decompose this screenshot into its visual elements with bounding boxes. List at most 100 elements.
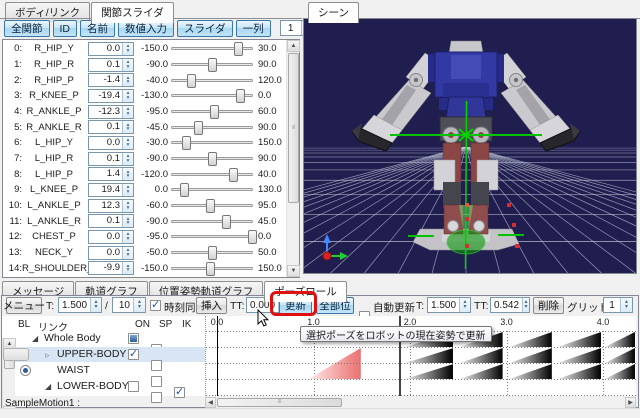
- frames-spinner[interactable]: 10 ▴▾: [112, 297, 146, 313]
- joint-slider[interactable]: [171, 94, 253, 97]
- pose-keyframe[interactable]: [605, 348, 635, 363]
- joint-slider-handle[interactable]: [194, 121, 203, 135]
- scene-viewport[interactable]: [303, 18, 637, 274]
- joint-value-input[interactable]: -9.9 ▴▾: [88, 261, 134, 275]
- joint-value-input[interactable]: 0.0 ▴▾: [88, 230, 134, 244]
- joint-value-input[interactable]: -12.3 ▴▾: [88, 105, 134, 119]
- joint-slider-handle[interactable]: [208, 152, 217, 166]
- spinner-arrows-icon[interactable]: ▴▾: [122, 200, 133, 212]
- column-header-sp[interactable]: SP: [159, 319, 172, 330]
- on-checkbox[interactable]: ✓: [128, 349, 139, 360]
- joint-slider-handle[interactable]: [234, 42, 243, 56]
- joint-slider[interactable]: [171, 110, 253, 113]
- joint-value-input[interactable]: -19.4 ▴▾: [88, 89, 134, 103]
- pose-keyframe[interactable]: [405, 364, 453, 379]
- tab-joint-slider[interactable]: 関節スライダ: [91, 2, 174, 23]
- joint-value-input[interactable]: 0.0 ▴▾: [88, 136, 134, 150]
- balancer-radio[interactable]: [20, 365, 31, 376]
- one-column-button[interactable]: 一列: [236, 20, 271, 37]
- link-tree-row[interactable]: ▹UPPER-BODY✓: [0, 347, 205, 363]
- pose-keyframe[interactable]: [460, 364, 502, 379]
- pose-keyframe[interactable]: [605, 364, 635, 379]
- joint-slider-handle[interactable]: [206, 199, 215, 213]
- spinner-arrows-icon[interactable]: ▴▾: [122, 74, 133, 86]
- spinner-arrows-icon[interactable]: ▴▾: [122, 168, 133, 180]
- spinner-arrows-icon[interactable]: ▴▾: [122, 184, 133, 196]
- joint-slider[interactable]: [171, 173, 253, 176]
- spinner-arrows-icon[interactable]: ▴▾: [122, 262, 133, 274]
- joint-value-input[interactable]: 19.4 ▴▾: [88, 183, 134, 197]
- on-checkbox[interactable]: [128, 333, 139, 344]
- pose-keyframe[interactable]: [605, 332, 635, 347]
- column-header-ik[interactable]: IK: [182, 319, 191, 330]
- spinner-arrows-icon[interactable]: ▴▾: [122, 43, 133, 55]
- scroll-up-icon[interactable]: ▲: [287, 40, 300, 52]
- joint-slider[interactable]: [171, 157, 253, 160]
- column-header-on[interactable]: ON: [135, 319, 150, 330]
- joint-slider-handle[interactable]: [222, 215, 231, 229]
- pose-keyframe[interactable]: [558, 348, 601, 363]
- spinner-arrows-icon[interactable]: ▴▾: [122, 137, 133, 149]
- link-tree-row[interactable]: ◢LOWER-BODY: [0, 379, 205, 395]
- joint-slider[interactable]: [171, 251, 253, 254]
- balancer-cell-button[interactable]: [3, 348, 29, 361]
- pose-keyframe[interactable]: [509, 364, 551, 379]
- scroll-left-icon[interactable]: ◀: [205, 397, 216, 408]
- joint-slider-handle[interactable]: [236, 89, 245, 103]
- slider-button[interactable]: スライダ: [177, 20, 233, 37]
- link-tree-row[interactable]: WAIST✓: [0, 363, 205, 379]
- spinner-arrows-icon[interactable]: ▴▾: [122, 153, 133, 165]
- scrollbar-thumb[interactable]: ≡: [288, 53, 299, 203]
- joint-slider-handle[interactable]: [208, 58, 217, 72]
- joint-value-input[interactable]: 0.0 ▴▾: [88, 42, 134, 56]
- spinner-arrows-icon[interactable]: ▴▾: [122, 59, 133, 71]
- insert-button[interactable]: 挿入: [196, 297, 227, 314]
- pose-keyframe[interactable]: [558, 332, 601, 347]
- joint-slider-handle[interactable]: [182, 136, 191, 150]
- joint-list-scrollbar[interactable]: ▲ ≡ ▼: [286, 40, 299, 277]
- joint-slider[interactable]: [171, 63, 253, 66]
- joint-value-input[interactable]: 0.1 ▴▾: [88, 214, 134, 228]
- column-header-bl[interactable]: BL: [18, 319, 30, 330]
- grid-spinner[interactable]: 1 ▴▾: [603, 297, 633, 313]
- joint-slider[interactable]: [171, 204, 253, 207]
- spinner-arrows-icon[interactable]: ▴▾: [122, 247, 133, 259]
- pose-keyframe[interactable]: [558, 364, 601, 379]
- joint-slider-handle[interactable]: [208, 246, 217, 260]
- spinner-arrows-icon[interactable]: ▴▾: [122, 90, 133, 102]
- joint-slider-handle[interactable]: [248, 230, 257, 244]
- joint-value-input[interactable]: 0.0 ▴▾: [88, 246, 134, 260]
- joint-slider-handle[interactable]: [206, 262, 215, 276]
- tree-collapsed-icon[interactable]: ▹: [45, 350, 50, 361]
- joint-slider[interactable]: [171, 267, 253, 270]
- spinner-arrows-icon[interactable]: ▴▾: [122, 106, 133, 118]
- spinner-arrows-icon[interactable]: ▴▾: [122, 231, 133, 243]
- joint-slider-handle[interactable]: [187, 74, 196, 88]
- tab-scene[interactable]: シーン: [308, 2, 359, 23]
- delete-button[interactable]: 削除: [533, 297, 564, 314]
- joint-slider-handle[interactable]: [180, 183, 189, 197]
- joint-slider-handle[interactable]: [229, 168, 238, 182]
- time2-spinner[interactable]: 1.500 ▴▾: [427, 297, 471, 313]
- joint-value-input[interactable]: 1.4 ▴▾: [88, 167, 134, 181]
- time-sync-checkbox[interactable]: ✓: [150, 300, 161, 311]
- scroll-right-icon[interactable]: ▶: [625, 397, 636, 408]
- link-tree-row[interactable]: ◢Whole Body: [0, 331, 205, 347]
- joint-value-input[interactable]: -1.4 ▴▾: [88, 73, 134, 87]
- id-button[interactable]: ID: [53, 20, 78, 37]
- spinner-arrows-icon[interactable]: ▴▾: [122, 215, 133, 227]
- joint-value-input[interactable]: 0.1 ▴▾: [88, 152, 134, 166]
- joint-slider[interactable]: [171, 220, 253, 223]
- scroll-down-icon[interactable]: ▼: [287, 265, 300, 277]
- joint-value-input[interactable]: 0.1 ▴▾: [88, 120, 134, 134]
- tree-expanded-icon[interactable]: ◢: [45, 382, 51, 391]
- joint-slider[interactable]: [171, 235, 253, 238]
- joint-slider[interactable]: [171, 141, 253, 144]
- tree-expanded-icon[interactable]: ◢: [32, 334, 38, 343]
- spinner-arrows-icon[interactable]: ▴▾: [122, 121, 133, 133]
- menu-button[interactable]: メニュー: [6, 297, 42, 314]
- timeline-hscrollbar[interactable]: ◀ ≡ ▶: [205, 397, 636, 408]
- tt2-spinner[interactable]: 0.542 ▴▾: [490, 297, 530, 313]
- joint-slider[interactable]: [171, 126, 253, 129]
- joint-slider-handle[interactable]: [210, 105, 219, 119]
